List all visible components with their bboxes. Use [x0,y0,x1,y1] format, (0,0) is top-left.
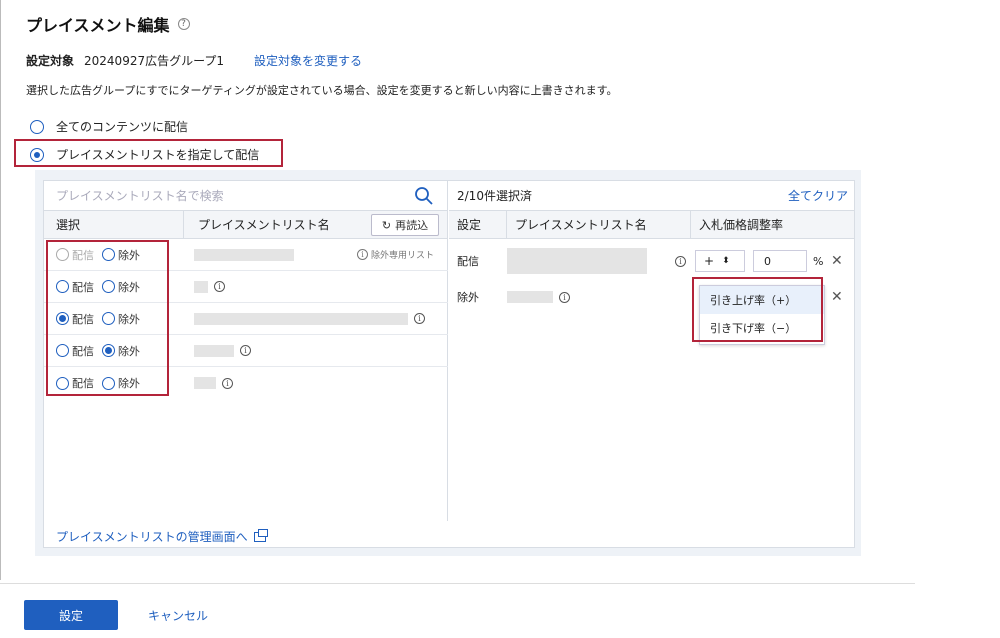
left-edge-border [0,0,1,580]
clear-all-link[interactable]: 全てクリア [788,187,848,204]
cancel-button[interactable]: キャンセル [148,600,208,630]
col-bid-adjust: 入札価格調整率 [699,218,784,232]
target-value: 20240927広告グループ1 [84,54,225,68]
info-icon[interactable]: i [222,377,233,389]
info-icon[interactable]: i [240,345,251,356]
search-icon[interactable] [414,186,434,206]
list-name-redacted [194,280,208,293]
left-table-header: 選択 プレイスメントリスト名 ↻ 再読込 [44,211,447,239]
close-icon[interactable]: ✕ [831,253,843,269]
col-name: プレイスメントリスト名 [507,211,691,238]
page-title: プレイスメント編集 ? [26,12,190,36]
list-name-redacted [194,377,216,389]
external-link-icon [253,528,268,542]
manage-lists-link[interactable]: プレイスメントリストの管理画面へ [56,528,268,545]
highlight-radios-box [46,240,169,396]
info-icon[interactable]: i [559,291,570,303]
search-input[interactable]: プレイスメントリスト名で検索 [44,181,448,211]
overwrite-notice: 選択した広告グループにすでにターゲティングが設定されている場合、設定を変更すると… [26,84,618,97]
selected-lists-pane: 2/10件選択済 全てクリア 設定 プレイスメントリスト名 入札価格調整率 配信… [449,181,854,521]
reload-button[interactable]: ↻ 再読込 [371,214,439,236]
highlight-option-box [14,139,283,167]
option-all-content[interactable]: 全てのコンテンツに配信 [30,118,188,135]
exclude-only-badge: i 除外専用リスト [356,248,434,261]
submit-button[interactable]: 設定 [24,600,118,630]
target-label: 設定対象 [26,54,75,68]
list-name-redacted [194,312,408,325]
selected-header: 2/10件選択済 全てクリア [449,181,854,211]
list-name-redacted [507,291,553,303]
up-down-arrow-icon: ⬍ [722,256,730,266]
col-select: 選択 [44,211,184,238]
list-name-redacted [194,248,294,261]
right-table-header: 設定 プレイスメントリスト名 入札価格調整率 [449,211,854,239]
question-circle-icon[interactable]: ? [177,18,190,30]
bid-sign-select[interactable]: + ⬍ [695,250,745,272]
target-row: 設定対象 20240927広告グループ1 設定対象を変更する [26,52,362,69]
close-icon[interactable]: ✕ [831,289,843,305]
option-all-radio[interactable] [30,119,44,134]
list-name-redacted [194,344,234,357]
footer-divider [0,583,915,584]
info-icon[interactable]: i [675,255,686,267]
refresh-icon: ↻ [381,218,392,232]
bid-value-input[interactable]: 0 [753,250,807,272]
info-icon[interactable]: i [214,281,225,292]
selected-row: 配信 i + ⬍ 0 % ✕ [449,245,854,277]
change-target-link[interactable]: 設定対象を変更する [254,52,362,69]
col-setting: 設定 [449,211,507,238]
info-icon: i [356,249,368,260]
list-name-redacted [507,248,647,274]
highlight-dropdown-box [692,277,823,342]
info-icon[interactable]: i [414,313,425,324]
selected-count: 2/10件選択済 [457,189,532,203]
